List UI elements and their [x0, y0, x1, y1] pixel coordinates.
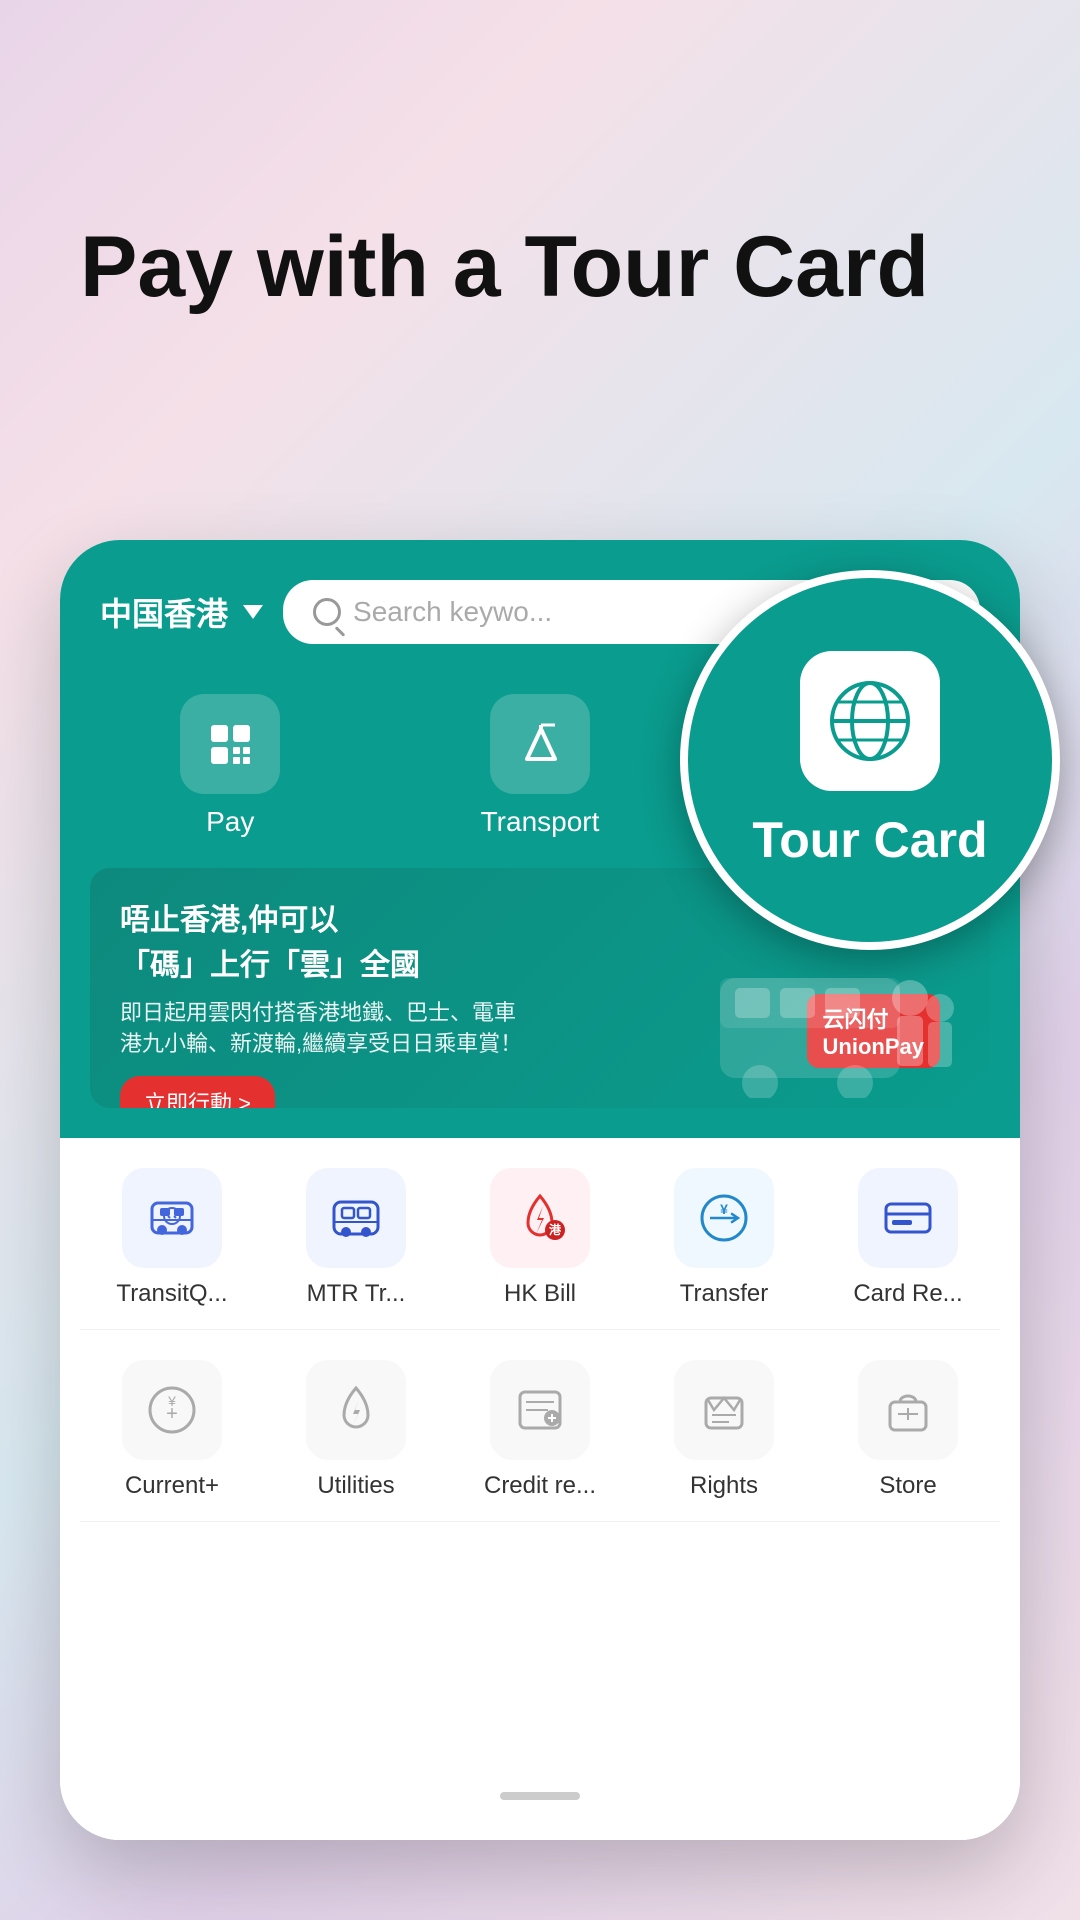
- service-transfer[interactable]: ¥ Transfer: [644, 1168, 804, 1309]
- services-section: TransitQ... MTR Tr...: [60, 1138, 1020, 1840]
- tour-card-icon: [800, 651, 940, 791]
- svg-text:港: 港: [549, 1222, 562, 1237]
- service-cardre[interactable]: Card Re...: [828, 1168, 988, 1309]
- transfer-label: Transfer: [680, 1280, 768, 1309]
- cardre-label: Card Re...: [853, 1280, 962, 1309]
- services-row-1: TransitQ... MTR Tr...: [80, 1138, 1000, 1330]
- service-rights[interactable]: Rights: [644, 1360, 804, 1501]
- current-label: Current+: [125, 1472, 219, 1501]
- pay-label: Pay: [206, 806, 254, 838]
- chevron-down-icon: [243, 605, 263, 619]
- tour-card-bubble[interactable]: Tour Card: [680, 570, 1060, 950]
- services-row-2: ¥ + Current+ Utilities: [80, 1330, 1000, 1522]
- hkbill-label: HK Bill: [504, 1280, 576, 1309]
- transfer-icon: ¥: [674, 1168, 774, 1268]
- service-current[interactable]: ¥ + Current+: [92, 1360, 252, 1501]
- scroll-indicator: [500, 1792, 580, 1800]
- nav-item-pay[interactable]: Pay: [180, 694, 280, 838]
- transport-icon-bg: [490, 694, 590, 794]
- globe-icon: [825, 676, 915, 766]
- nav-item-transport[interactable]: Transport: [481, 694, 600, 838]
- service-utilities[interactable]: Utilities: [276, 1360, 436, 1501]
- banner-cta-button[interactable]: 立即行動 >: [120, 1076, 275, 1108]
- service-store[interactable]: Store: [828, 1360, 988, 1501]
- service-hkbill[interactable]: 港 HK Bill: [460, 1168, 620, 1309]
- creditre-label: Credit re...: [484, 1472, 596, 1501]
- store-label: Store: [879, 1472, 936, 1501]
- svg-text:¥: ¥: [720, 1201, 728, 1217]
- mtr-label: MTR Tr...: [307, 1280, 406, 1309]
- transitq-label: TransitQ...: [116, 1280, 227, 1309]
- service-creditre[interactable]: Credit re...: [460, 1360, 620, 1501]
- service-transitq[interactable]: TransitQ...: [92, 1168, 252, 1309]
- utilities-label: Utilities: [317, 1472, 394, 1501]
- hkbill-icon: 港: [490, 1168, 590, 1268]
- transport-label: Transport: [481, 806, 600, 838]
- hero-title: Pay with a Tour Card: [80, 220, 929, 315]
- service-mtr[interactable]: MTR Tr...: [276, 1168, 436, 1309]
- creditre-icon: [490, 1360, 590, 1460]
- pay-icon-bg: [180, 694, 280, 794]
- location-text: 中国香港: [100, 589, 228, 635]
- rights-label: Rights: [690, 1472, 758, 1501]
- utilities-icon: [306, 1360, 406, 1460]
- search-icon: [313, 598, 341, 626]
- cardre-icon: [858, 1168, 958, 1268]
- tour-card-label: Tour Card: [752, 811, 987, 869]
- svg-text:+: +: [166, 1403, 178, 1425]
- search-placeholder-text: Search keywo...: [353, 596, 552, 628]
- pay-icon: [203, 717, 258, 772]
- mtr-icon: [306, 1168, 406, 1268]
- transit-icon: [122, 1168, 222, 1268]
- store-icon: [858, 1360, 958, 1460]
- transport-icon: [513, 717, 568, 772]
- current-icon: ¥ +: [122, 1360, 222, 1460]
- location-selector[interactable]: 中国香港: [100, 589, 263, 635]
- rights-icon: [674, 1360, 774, 1460]
